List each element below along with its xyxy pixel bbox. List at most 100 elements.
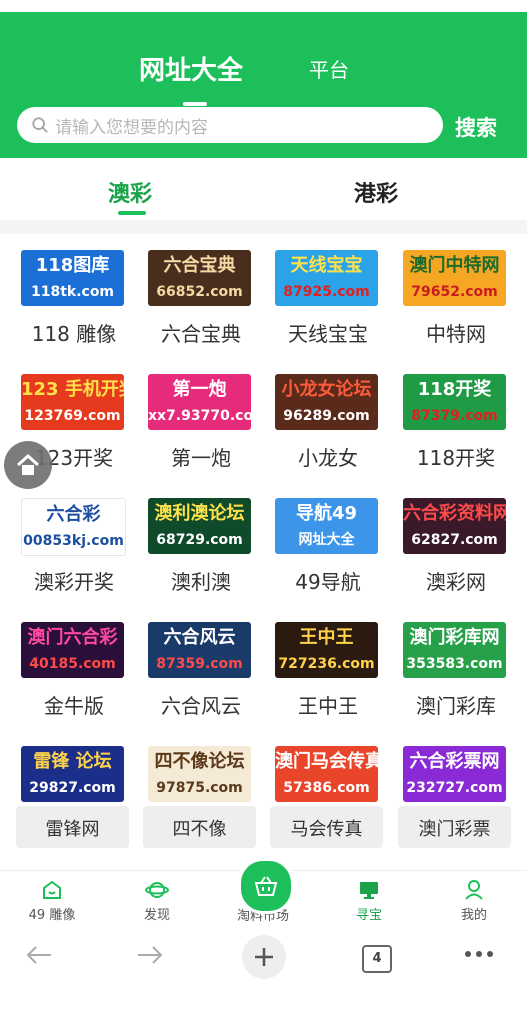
search-placeholder: 请输入您想要的内容 — [55, 117, 208, 138]
site-tile[interactable]: 第一炮 xx7.93770.com 第一炮 — [127, 372, 255, 482]
site-logo: 六合彩票网 232727.com — [403, 746, 506, 802]
nav-label: 寻宝 — [355, 908, 382, 923]
home-floating-button[interactable] — [4, 441, 52, 489]
logo-domain: 40185.com — [29, 656, 116, 672]
logo-title: 118图库 — [35, 255, 110, 276]
house-face-icon — [43, 880, 61, 899]
site-logo: 澳利澳论坛 68729.com — [148, 498, 251, 554]
site-label: 王中王 — [298, 694, 358, 718]
site-label: 第一炮 — [171, 446, 231, 470]
site-label: 中特网 — [426, 322, 486, 346]
site-logo: 澳门彩库网 353583.com — [403, 622, 506, 678]
logo-domain: 57386.com — [283, 780, 370, 796]
site-logo: 导航49 网址大全 — [275, 498, 378, 554]
site-label: 天线宝宝 — [288, 322, 368, 346]
logo-domain: 97875.com — [156, 780, 243, 796]
nav-item-mine[interactable]: 我的 — [434, 879, 514, 923]
logo-domain: xx7.93770.com — [148, 408, 251, 424]
logo-title: 六合彩资料网 — [403, 503, 506, 524]
logo-domain: 68729.com — [156, 532, 243, 548]
tab-active-indicator — [183, 102, 207, 106]
logo-title: 天线宝宝 — [290, 255, 363, 276]
logo-title: 六合宝典 — [163, 255, 236, 276]
site-label: 六合风云 — [161, 694, 241, 718]
logo-title: 澳门彩库网 — [409, 627, 500, 648]
nav-item-discover[interactable]: 发现 — [117, 879, 197, 923]
subtab-active-indicator — [118, 211, 146, 215]
site-tile[interactable]: 118开奖 87379.com 118开奖 — [382, 372, 510, 482]
tab-count-button[interactable]: 4 — [362, 945, 392, 973]
logo-title: 118开奖 — [417, 379, 492, 400]
site-tile[interactable]: 小龙女论坛 96289.com 小龙女 — [254, 372, 382, 482]
basket-icon — [254, 876, 278, 896]
logo-title: 王中王 — [299, 627, 354, 648]
market-center-button[interactable] — [238, 858, 294, 914]
arrow-right-icon — [138, 946, 163, 964]
site-tile[interactable]: 六合彩票网 232727.com 澳门彩票 — [382, 744, 511, 854]
site-logo: 118图库 118tk.com — [21, 250, 124, 306]
tab-url-directory[interactable]: 网址大全 — [139, 50, 243, 87]
logo-domain: 118tk.com — [30, 284, 115, 300]
site-logo: 王中王 727236.com — [275, 622, 378, 678]
more-button[interactable] — [463, 946, 495, 966]
site-tile[interactable]: 澳门六合彩 40185.com 金牛版 — [0, 620, 128, 730]
site-tile[interactable]: 六合彩 00853kj.com 澳彩开奖 — [0, 496, 128, 606]
logo-domain: 123769.com — [24, 408, 121, 424]
tab-platform[interactable]: 平台 — [309, 54, 349, 83]
site-label: 四不像 — [172, 819, 227, 840]
site-logo: 澳门中特网 79652.com — [403, 250, 506, 306]
site-tile[interactable]: 澳门彩库网 353583.com 澳门彩库 — [382, 620, 510, 730]
logo-title: 导航49 — [295, 503, 358, 524]
logo-title: 六合彩 — [46, 504, 101, 525]
site-logo: 六合宝典 66852.com — [148, 250, 251, 306]
site-tile[interactable]: 澳利澳论坛 68729.com 澳利澳 — [127, 496, 255, 606]
search-icon — [32, 117, 48, 133]
site-label: 澳彩开奖 — [34, 570, 114, 594]
tab-hongkong[interactable]: 港彩 — [354, 176, 398, 208]
logo-domain: 87359.com — [156, 656, 243, 672]
user-icon — [465, 880, 483, 900]
status-bar — [0, 0, 527, 12]
monitor-icon — [360, 882, 378, 899]
site-label: 雷锋网 — [45, 819, 100, 840]
site-tile[interactable]: 导航49 网址大全 49导航 — [254, 496, 382, 606]
nav-label: 49 雕像 — [28, 908, 76, 923]
logo-domain: 网址大全 — [298, 532, 355, 548]
site-tile[interactable]: 澳门中特网 79652.com 中特网 — [382, 248, 510, 358]
search-button[interactable]: 搜索 — [455, 112, 497, 142]
site-tile[interactable]: 四不像论坛 97875.com 四不像 — [127, 744, 256, 854]
site-tile[interactable]: 六合彩资料网 62827.com 澳彩网 — [382, 496, 510, 606]
logo-domain: 232727.com — [406, 780, 503, 796]
logo-domain: 727236.com — [278, 656, 375, 672]
site-logo: 澳门六合彩 40185.com — [21, 622, 124, 678]
plus-icon — [255, 948, 273, 966]
site-logo: 六合风云 87359.com — [148, 622, 251, 678]
site-tile[interactable]: 天线宝宝 87925.com 天线宝宝 — [254, 248, 382, 358]
search-input[interactable]: 请输入您想要的内容 — [17, 107, 443, 143]
site-tile[interactable]: 雷锋 论坛 29827.com 雷锋网 — [0, 744, 129, 854]
logo-domain: 87925.com — [283, 284, 370, 300]
logo-title: 123 手机开奖 — [21, 379, 124, 400]
forward-button[interactable] — [135, 940, 165, 974]
site-tile[interactable]: 118图库 118tk.com 118 雕像 — [0, 248, 128, 358]
site-label: 六合宝典 — [161, 322, 241, 346]
site-tile[interactable]: 六合宝典 66852.com 六合宝典 — [127, 248, 255, 358]
nav-item-treasure[interactable]: 寻宝 — [329, 879, 409, 923]
site-label: 49导航 — [295, 570, 361, 594]
site-label: 118 雕像 — [31, 322, 117, 346]
nav-label: 发现 — [143, 908, 170, 923]
tab-macau[interactable]: 澳彩 — [108, 176, 152, 208]
site-label: 马会传真 — [290, 819, 363, 840]
back-button[interactable] — [24, 940, 54, 974]
new-tab-button[interactable] — [242, 935, 286, 979]
logo-title: 澳门六合彩 — [27, 627, 118, 648]
logo-title: 四不像论坛 — [154, 751, 245, 772]
nav-item-49-statue[interactable]: 49 雕像 — [12, 879, 92, 923]
site-tile[interactable]: 澳门马会传真 57386.com 马会传真 — [254, 744, 383, 854]
logo-domain: 79652.com — [411, 284, 498, 300]
site-label: 118开奖 — [416, 446, 496, 470]
site-tile[interactable]: 王中王 727236.com 王中王 — [254, 620, 382, 730]
site-tile[interactable]: 六合风云 87359.com 六合风云 — [127, 620, 255, 730]
section-divider — [0, 220, 527, 234]
home-icon — [16, 453, 40, 475]
